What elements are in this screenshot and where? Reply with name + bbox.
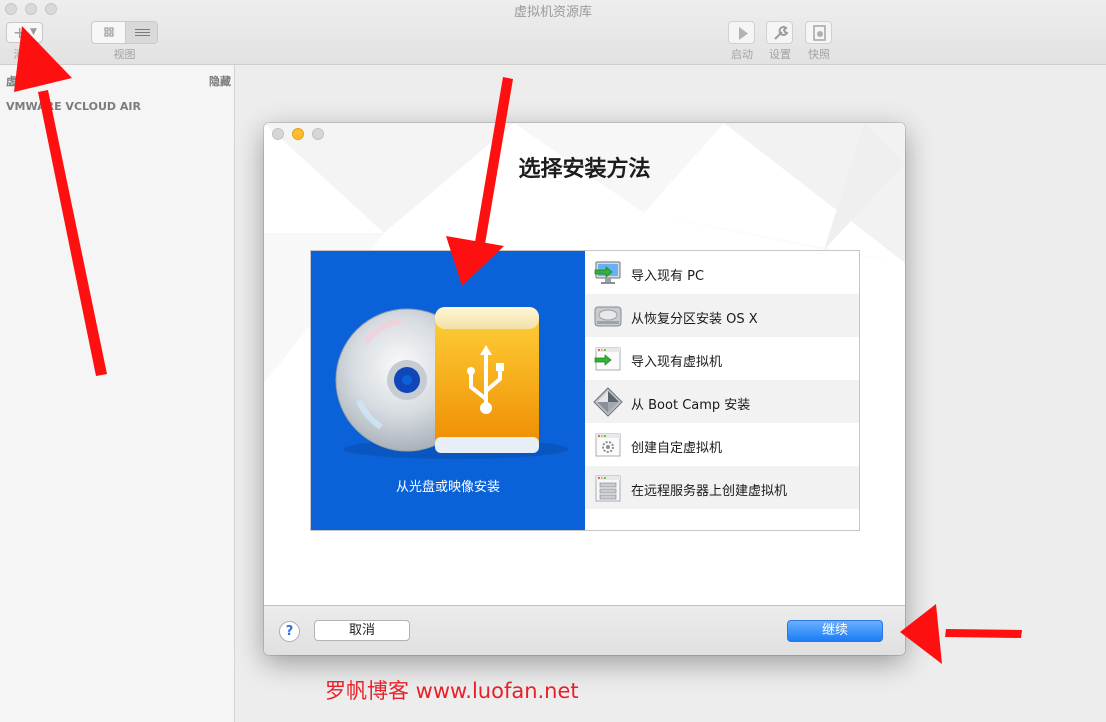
monitor-import-icon <box>594 261 621 284</box>
option-remote-server[interactable]: 在远程服务器上创建虚拟机 <box>585 466 859 509</box>
view-switcher[interactable] <box>91 21 158 44</box>
install-from-disc-option[interactable]: 从光盘或映像安装 <box>311 251 585 530</box>
option-boot-camp[interactable]: 从 Boot Camp 安装 <box>585 380 859 423</box>
chevron-down-icon: ▼ <box>30 27 37 37</box>
option-label: 从 Boot Camp 安装 <box>631 398 751 413</box>
continue-button[interactable]: 继续 <box>787 620 883 642</box>
sidebar-item-vcloud-air[interactable]: VMWARE VCLOUD AIR <box>6 100 141 113</box>
wrench-icon <box>774 26 789 40</box>
install-from-disc-label: 从光盘或映像安装 <box>395 480 500 495</box>
option-import-vm[interactable]: 导入现有虚拟机 <box>585 337 859 380</box>
settings-label: 设置 <box>769 48 791 61</box>
bootcamp-icon <box>593 387 623 417</box>
custom-vm-icon <box>595 433 621 457</box>
hide-sidebar-link[interactable]: 隐藏 <box>209 73 231 89</box>
grid-view-button[interactable] <box>92 22 125 43</box>
option-label: 导入现有 PC <box>631 269 705 284</box>
window-import-icon <box>594 347 621 371</box>
add-button[interactable]: + ▼ <box>6 22 43 43</box>
snapshot-button[interactable] <box>805 21 832 44</box>
dialog-footer: ? 取消 继续 <box>264 605 905 655</box>
dialog-minimize-button[interactable] <box>292 128 304 140</box>
view-label: 视图 <box>113 48 136 61</box>
settings-button[interactable] <box>766 21 793 44</box>
install-method-dialog: 选择安装方法 从光盘或映像安装 导入现有 PC 从恢复分区安装 OS X 导入现… <box>264 123 905 655</box>
dialog-close-button[interactable] <box>272 128 284 140</box>
snapshot-label: 快照 <box>808 48 830 61</box>
option-import-pc[interactable]: 导入现有 PC <box>585 251 859 294</box>
server-icon <box>595 475 621 502</box>
plus-icon: + <box>13 23 27 42</box>
disc-usb-icon <box>335 307 568 459</box>
snapshot-icon <box>813 25 826 41</box>
grid-view-icon <box>104 27 114 37</box>
option-label: 在远程服务器上创建虚拟机 <box>631 484 788 499</box>
dialog-title: 选择安装方法 <box>518 157 651 182</box>
list-view-icon <box>135 29 150 36</box>
help-button[interactable]: ? <box>279 621 300 642</box>
add-label: 添加 <box>13 48 36 61</box>
install-method-chooser: 从光盘或映像安装 导入现有 PC 从恢复分区安装 OS X 导入现有虚拟机 从 … <box>310 250 860 531</box>
install-options-list: 导入现有 PC 从恢复分区安装 OS X 导入现有虚拟机 从 Boot Camp… <box>585 251 859 530</box>
option-label: 创建自定虚拟机 <box>631 441 723 456</box>
watermark: 罗帆博客 www.luofan.net <box>325 679 579 703</box>
start-button[interactable] <box>728 21 755 44</box>
dialog-zoom-button[interactable] <box>312 128 324 140</box>
option-recovery-partition[interactable]: 从恢复分区安装 OS X <box>585 294 859 337</box>
hard-disk-icon <box>594 306 622 327</box>
option-label: 导入现有虚拟机 <box>631 355 723 370</box>
cancel-button[interactable]: 取消 <box>314 620 410 641</box>
list-view-button[interactable] <box>125 22 157 43</box>
play-icon <box>739 27 748 40</box>
option-label: 从恢复分区安装 OS X <box>631 312 758 327</box>
sidebar-heading: 虚拟机 <box>6 75 39 88</box>
window-title: 虚拟机资源库 <box>513 5 592 20</box>
main-toolbar: 虚拟机资源库 + ▼ 添加 视图 启动 设置 快照 <box>0 0 1106 65</box>
start-label: 启动 <box>731 48 753 61</box>
sidebar: 虚拟机 隐藏 VMWARE VCLOUD AIR <box>0 65 235 722</box>
option-custom-vm[interactable]: 创建自定虚拟机 <box>585 423 859 466</box>
